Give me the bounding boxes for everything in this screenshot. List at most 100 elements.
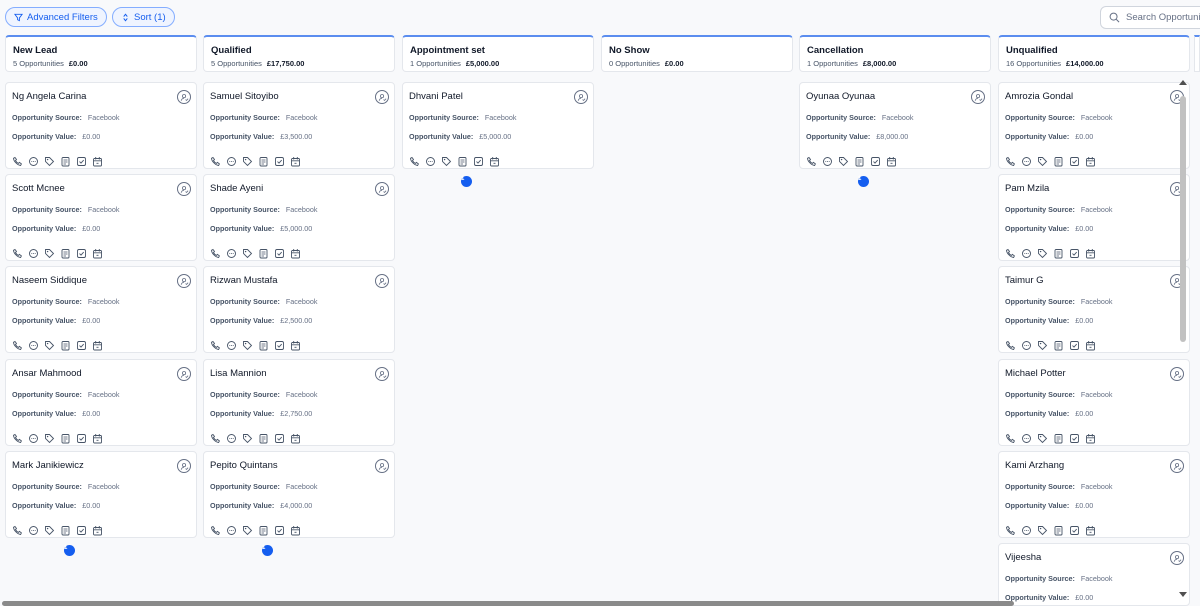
- phone-icon[interactable]: [12, 154, 23, 166]
- opportunity-card[interactable]: Kami Arzhang Opportunity Source: Facebook O…: [998, 451, 1190, 556]
- chat-icon[interactable]: [1021, 431, 1032, 443]
- horizontal-scroll-thumb[interactable]: [2, 601, 1014, 606]
- contact-name[interactable]: Naseem Siddique: [12, 275, 196, 287]
- task-icon[interactable]: [1069, 246, 1080, 258]
- vertical-scrollbar[interactable]: [1177, 74, 1189, 606]
- opportunity-card[interactable]: Naseem Siddique Opportunity Source: Facebo…: [5, 266, 197, 371]
- chat-icon[interactable]: [1021, 154, 1032, 166]
- phone-icon[interactable]: [1005, 431, 1016, 443]
- search-box[interactable]: [1100, 6, 1200, 29]
- opportunity-card[interactable]: Ansar Mahmood Opportunity Source: Facebook…: [5, 359, 197, 464]
- contact-name[interactable]: Amrozia Gondal: [1005, 91, 1189, 103]
- notes-icon[interactable]: 1: [258, 523, 273, 556]
- task-icon[interactable]: [76, 431, 87, 443]
- contact-name[interactable]: Pam Mzila: [1005, 183, 1189, 195]
- phone-icon[interactable]: [210, 338, 221, 350]
- calendar-icon[interactable]: [1085, 154, 1096, 167]
- task-icon[interactable]: [76, 338, 87, 350]
- tag-icon[interactable]: [1037, 154, 1048, 167]
- notes-icon[interactable]: 1: [457, 154, 472, 187]
- calendar-icon[interactable]: [92, 246, 103, 259]
- opportunity-card[interactable]: Amrozia Gondal Opportunity Source: Faceboo…: [998, 82, 1190, 187]
- notes-icon[interactable]: 1: [258, 154, 273, 187]
- chat-icon[interactable]: [28, 431, 39, 443]
- phone-icon[interactable]: [210, 523, 221, 535]
- chat-icon[interactable]: [822, 154, 833, 166]
- search-input[interactable]: [1126, 12, 1200, 23]
- scroll-down-arrow-icon[interactable]: [1179, 592, 1187, 597]
- notes-icon[interactable]: 1: [60, 154, 75, 187]
- calendar-icon[interactable]: [886, 154, 897, 167]
- contact-name[interactable]: Mark Janikiewicz: [12, 460, 196, 472]
- chat-icon[interactable]: [1021, 338, 1032, 350]
- task-icon[interactable]: [1069, 154, 1080, 166]
- calendar-icon[interactable]: [92, 523, 103, 536]
- calendar-icon[interactable]: [92, 431, 103, 444]
- tag-icon[interactable]: [44, 431, 55, 444]
- notes-icon[interactable]: 1: [1053, 154, 1068, 187]
- contact-name[interactable]: Michael Potter: [1005, 368, 1189, 380]
- contact-name[interactable]: Ng Angela Carina: [12, 91, 196, 103]
- tag-icon[interactable]: [838, 154, 849, 167]
- tag-icon[interactable]: [242, 246, 253, 259]
- assign-user-icon[interactable]: [177, 182, 191, 196]
- notes-icon[interactable]: 1: [258, 431, 273, 464]
- tag-icon[interactable]: [1037, 523, 1048, 536]
- task-icon[interactable]: [1069, 431, 1080, 443]
- opportunity-card[interactable]: Pam Mzila Opportunity Source: Facebook Oppo…: [998, 174, 1190, 279]
- assign-user-icon[interactable]: [375, 90, 389, 104]
- notes-icon[interactable]: 1: [1053, 338, 1068, 371]
- notes-icon[interactable]: 1: [60, 523, 75, 556]
- assign-user-icon[interactable]: [971, 90, 985, 104]
- calendar-icon[interactable]: [1085, 431, 1096, 444]
- opportunity-card[interactable]: Vijeesha Opportunity Source: Facebook Oppor…: [998, 543, 1190, 606]
- tag-icon[interactable]: [242, 523, 253, 536]
- assign-user-icon[interactable]: [177, 459, 191, 473]
- calendar-icon[interactable]: [290, 154, 301, 167]
- chat-icon[interactable]: [1021, 523, 1032, 535]
- chat-icon[interactable]: [226, 338, 237, 350]
- calendar-icon[interactable]: [290, 431, 301, 444]
- calendar-icon[interactable]: [1085, 523, 1096, 536]
- calendar-icon[interactable]: [92, 154, 103, 167]
- chat-icon[interactable]: [28, 246, 39, 258]
- calendar-icon[interactable]: [290, 523, 301, 536]
- contact-name[interactable]: Scott Mcnee: [12, 183, 196, 195]
- phone-icon[interactable]: [1005, 154, 1016, 166]
- task-icon[interactable]: [274, 338, 285, 350]
- contact-name[interactable]: Shade Ayeni: [210, 183, 394, 195]
- chat-icon[interactable]: 1: [226, 246, 241, 279]
- task-icon[interactable]: [274, 523, 285, 535]
- contact-name[interactable]: Pepito Quintans: [210, 460, 394, 472]
- chat-icon[interactable]: [28, 154, 39, 166]
- phone-icon[interactable]: [1005, 523, 1016, 535]
- assign-user-icon[interactable]: [177, 90, 191, 104]
- phone-icon[interactable]: [210, 431, 221, 443]
- notes-icon[interactable]: 1: [1053, 523, 1068, 556]
- contact-name[interactable]: Taimur G: [1005, 275, 1189, 287]
- opportunity-card[interactable]: Pepito Quintans Opportunity Source: Facebo…: [203, 451, 395, 556]
- calendar-icon[interactable]: [290, 246, 301, 259]
- contact-name[interactable]: Kami Arzhang: [1005, 460, 1189, 472]
- tag-icon[interactable]: [242, 338, 253, 351]
- tag-icon[interactable]: [44, 154, 55, 167]
- tag-icon[interactable]: [242, 431, 253, 444]
- opportunity-card[interactable]: Rizwan Mustafa Opportunity Source: Faceboo…: [203, 266, 395, 371]
- tag-icon[interactable]: [1037, 431, 1048, 444]
- calendar-icon[interactable]: [489, 154, 500, 167]
- tag-icon[interactable]: [44, 338, 55, 351]
- assign-user-icon[interactable]: [375, 274, 389, 288]
- chat-icon[interactable]: [28, 338, 39, 350]
- notes-icon[interactable]: 1: [1053, 431, 1068, 464]
- chat-icon[interactable]: [1021, 246, 1032, 258]
- notes-icon[interactable]: 1: [258, 338, 273, 371]
- assign-user-icon[interactable]: [375, 367, 389, 381]
- notes-icon[interactable]: 1: [854, 154, 869, 187]
- phone-icon[interactable]: [409, 154, 420, 166]
- assign-user-icon[interactable]: [177, 367, 191, 381]
- assign-user-icon[interactable]: [574, 90, 588, 104]
- assign-user-icon[interactable]: [375, 459, 389, 473]
- notes-icon[interactable]: 1: [60, 431, 75, 464]
- tag-icon[interactable]: [441, 154, 452, 167]
- notes-icon[interactable]: 1: [60, 246, 75, 279]
